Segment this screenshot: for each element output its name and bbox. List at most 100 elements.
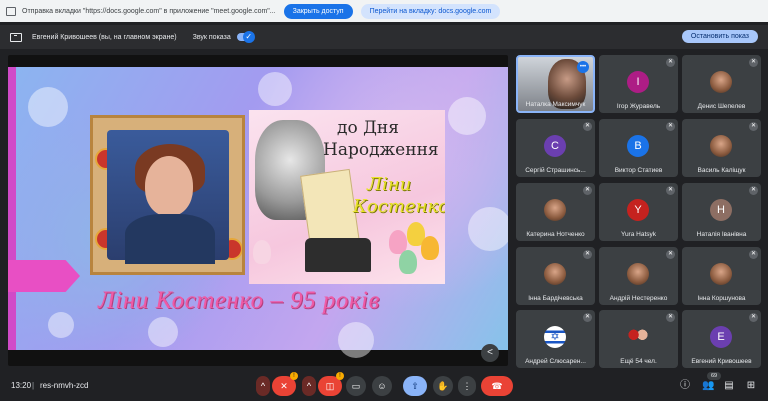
bokeh-decoration <box>28 87 68 127</box>
avatar: E <box>710 326 732 348</box>
participant-tile[interactable]: ✕ Інна Коршунова <box>682 247 761 305</box>
participant-tile[interactable]: C ✕ Сергій Страшинсь... <box>516 119 595 177</box>
poster-title-line2: Народження <box>323 140 439 160</box>
raise-hand-icon[interactable]: ✋ <box>433 376 453 396</box>
avatar: ✡ <box>544 326 566 348</box>
captions-icon[interactable]: ▭ <box>346 376 366 396</box>
bokeh-decoration <box>448 97 486 135</box>
participant-name: Катерина Нотченко <box>526 231 585 238</box>
birthday-poster: до Дня Народження Ліни Костенко <box>249 110 445 284</box>
mic-off-icon: ✕ <box>583 186 592 195</box>
share-options-icon[interactable]: < <box>481 344 499 362</box>
toolbar-separator: | <box>32 381 35 390</box>
mic-off-icon: ✕ <box>666 313 675 322</box>
participant-tile[interactable]: ✡ ✕ Андрей Слюсарен... <box>516 310 595 368</box>
meeting-code: res-nmvh-zcd <box>40 381 89 390</box>
participant-tile[interactable]: ✕ Інна Бардічевська <box>516 247 595 305</box>
participant-name: Андрій Нестеренко <box>609 295 668 302</box>
mic-off-icon: ✕ <box>666 122 675 131</box>
tab-share-icon <box>6 6 16 16</box>
portrait-face <box>145 156 193 216</box>
more-vert-icon[interactable]: ⋮ <box>458 376 476 396</box>
participant-tile[interactable]: ✕ Ещё 54 чел. <box>599 310 678 368</box>
avatar <box>710 135 732 157</box>
participant-name: Денис Шепелев <box>697 103 746 110</box>
presenter-name: Евгений Кривошеев (вы, на главном экране… <box>32 33 177 41</box>
poster-title-line3: Ліни <box>367 174 412 195</box>
mic-off-icon: ✕ <box>749 58 758 67</box>
portrait-background <box>107 130 229 264</box>
warning-icon: ! <box>336 372 344 380</box>
camera-options-chevron-icon[interactable]: ^ <box>302 376 316 396</box>
tulip-decoration <box>253 240 271 264</box>
go-to-tab-button[interactable]: Перейти на вкладку: docs.google.com <box>360 3 501 19</box>
bokeh-decoration <box>258 72 292 106</box>
participant-name: Ігор Журавель <box>616 103 661 110</box>
emoji-icon[interactable]: ☺ <box>372 376 392 396</box>
avatar: Y <box>627 199 649 221</box>
camera-off-icon[interactable]: ◫! <box>318 372 344 396</box>
portrait-body <box>125 214 215 264</box>
mic-off-icon: ✕ <box>749 250 758 259</box>
close-access-button[interactable]: Закрыть доступ <box>283 3 353 19</box>
warning-icon: ! <box>290 372 298 380</box>
avatar: B <box>627 135 649 157</box>
slide: до Дня Народження Ліни Костенко Ліни Кос… <box>8 67 508 358</box>
presenter-bar: Евгений Кривошеев (вы, на главном экране… <box>0 25 768 49</box>
meeting-time: 13:20 <box>11 381 32 390</box>
chat-icon[interactable]: ▤ <box>723 380 735 392</box>
avatar: H <box>710 199 732 221</box>
presentation-stage: до Дня Народження Ліни Костенко Ліни Кос… <box>8 55 508 366</box>
mic-off-icon[interactable]: ✕! <box>272 372 298 396</box>
participant-name: Наталія Іванівна <box>696 231 747 238</box>
participant-tile[interactable]: ✕ Андрій Нестеренко <box>599 247 678 305</box>
mic-off-icon: ✕ <box>749 313 758 322</box>
participant-name: Yura Hatsyk <box>620 231 657 238</box>
present-icon[interactable]: ⇧ <box>403 376 427 396</box>
slide-decoration <box>8 67 16 350</box>
avatar <box>710 263 732 285</box>
speaking-indicator-icon: ••• <box>577 61 589 73</box>
participant-name: Сергій Страшинсь... <box>525 167 586 174</box>
slide-caption: Ліни Костенко – 95 років <box>98 287 380 314</box>
meeting-toolbar: 13:20 | res-nmvh-zcd ^ ✕! ^ ◫! ▭ ☺ ⇧ ✋ ⋮… <box>0 372 768 401</box>
check-icon: ✓ <box>242 31 255 43</box>
participant-tile[interactable]: E ✕ Евгений Кривошеев <box>682 310 761 368</box>
participant-tile[interactable]: ✕ Катерина Нотченко <box>516 183 595 241</box>
call-end-icon[interactable]: ☎ <box>481 376 513 396</box>
participant-tile[interactable]: I ✕ Ігор Журавель <box>599 55 678 113</box>
participant-tile[interactable]: ••• Наталка Максимчук <box>516 55 595 113</box>
mic-options-chevron-icon[interactable]: ^ <box>256 376 270 396</box>
mic-off-icon: ✕ <box>666 58 675 67</box>
present-icon <box>10 32 22 42</box>
mic-off-icon: ✕ <box>666 250 675 259</box>
participant-tile[interactable]: B ✕ Виктор Статиев <box>599 119 678 177</box>
bokeh-decoration <box>468 207 508 251</box>
share-sound-toggle[interactable]: ✓ <box>236 31 255 43</box>
stop-presenting-button[interactable]: Остановить показ <box>681 30 758 43</box>
share-sound-label: Звук показа <box>192 33 231 41</box>
participant-name: Ещё 54 чел. <box>620 358 657 365</box>
mic-off-icon: ✕ <box>666 186 675 195</box>
participant-name: Інна Бардічевська <box>528 295 583 302</box>
poster-title-line1: до Дня <box>337 118 399 138</box>
mic-off-icon: ✕ <box>749 122 758 131</box>
participant-tile[interactable]: H ✕ Наталія Іванівна <box>682 183 761 241</box>
arrow-decoration <box>8 260 80 292</box>
mic-off-icon: ✕ <box>583 250 592 259</box>
avatar <box>544 263 566 285</box>
portrait-photo <box>90 115 245 275</box>
people-icon[interactable]: 👥 <box>702 380 714 392</box>
typewriter-image <box>305 238 371 272</box>
share-message: Отправка вкладки "https://docs.google.co… <box>22 7 276 15</box>
bokeh-decoration <box>148 317 178 347</box>
bokeh-decoration <box>48 312 74 338</box>
participant-tile[interactable]: Y ✕ Yura Hatsyk <box>599 183 678 241</box>
info-icon[interactable]: ⓘ <box>679 380 691 392</box>
participant-tile[interactable]: ✕ Денис Шепелев <box>682 55 761 113</box>
tulip-decoration <box>421 236 439 260</box>
participant-tile[interactable]: ✕ Василь Каліщук <box>682 119 761 177</box>
participant-name: Наталка Максимчук <box>525 101 586 108</box>
avatar: I <box>627 71 649 93</box>
activities-icon[interactable]: ⊞ <box>745 380 757 392</box>
